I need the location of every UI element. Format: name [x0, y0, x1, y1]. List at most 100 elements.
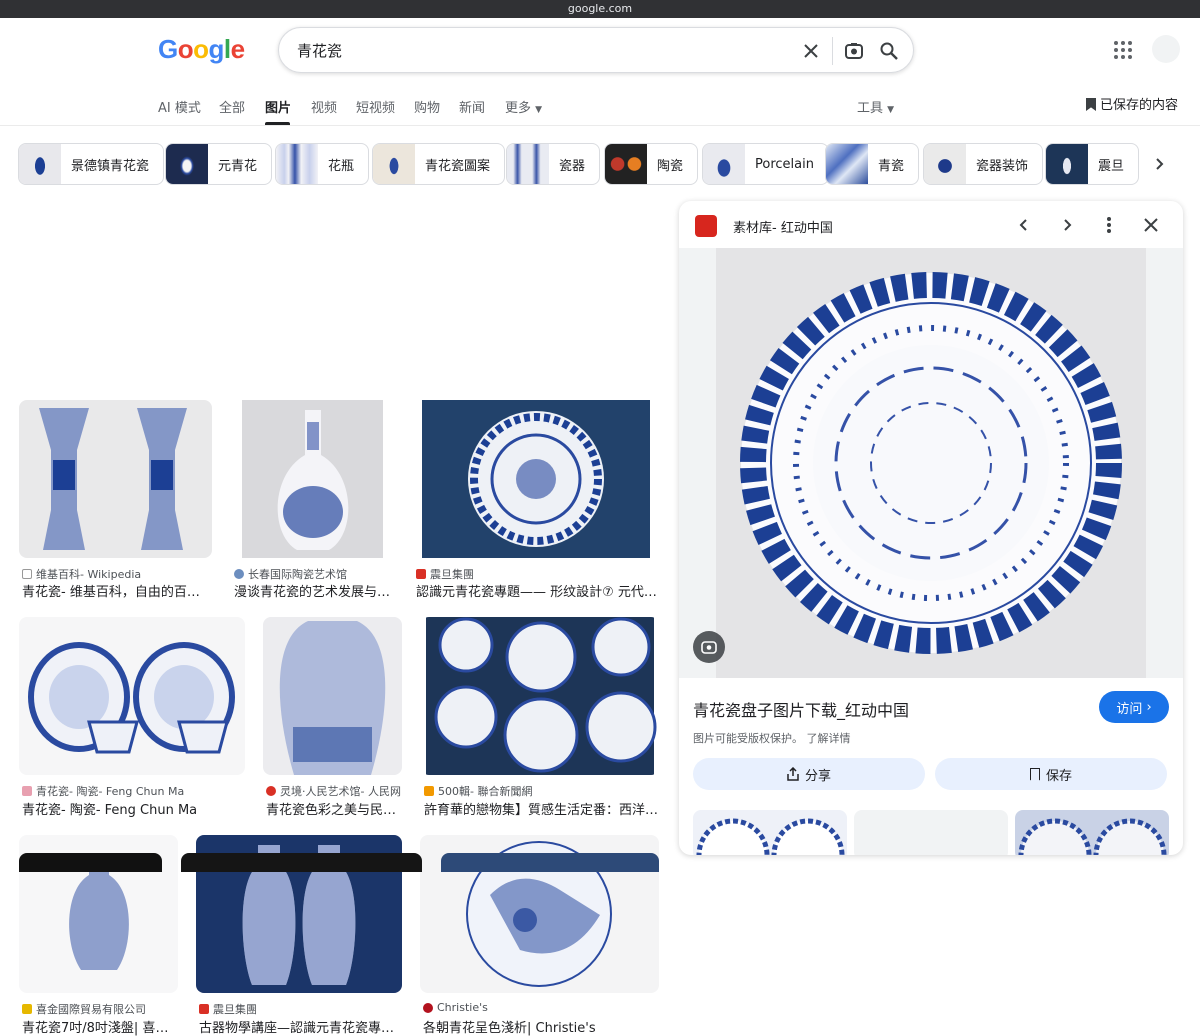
result-source: 震旦集團 [199, 1001, 257, 1017]
result-source-text: 维基百科- Wikipedia [36, 568, 142, 581]
tab-news[interactable]: 新闻 [459, 97, 485, 116]
tab-short-videos[interactable]: 短视频 [356, 97, 395, 116]
result-title: 青花瓷7吋/8吋淺盤| 喜金… [22, 1021, 178, 1036]
chip-ceramics[interactable]: 陶瓷 [604, 143, 699, 185]
chip-thumbnail [826, 144, 868, 184]
result-source: 灵境·人民艺术馆- 人民网 [266, 783, 401, 799]
chip-thumbnail [19, 144, 61, 184]
chip-thumbnail [373, 144, 415, 184]
site-favicon [199, 1004, 209, 1014]
chip-label: 青花瓷圖案 [425, 158, 491, 174]
chip-thumbnail [1046, 144, 1088, 184]
more-options-icon[interactable] [1097, 213, 1121, 237]
result-image [231, 400, 394, 558]
result-source-text: 震旦集團 [430, 568, 474, 581]
result-source: Christie's [423, 1001, 488, 1014]
chip-label: 陶瓷 [657, 158, 684, 174]
tab-videos[interactable]: 视频 [311, 97, 337, 116]
image-preview-panel: 素材库- 红动中国 No:13298235 青花瓷盘子图片下载_红动中国 访问 … [679, 201, 1183, 855]
share-button[interactable]: 分享 [693, 758, 925, 790]
preview-site-name[interactable]: 素材库- 红动中国 [733, 217, 833, 236]
chip-aurora[interactable]: 震旦 [1045, 143, 1140, 185]
active-tab-indicator [265, 122, 290, 125]
lens-camera-icon[interactable] [842, 39, 866, 63]
tab-shopping[interactable]: 购物 [414, 97, 440, 116]
tools-button[interactable]: 工具 ▼ [857, 97, 894, 116]
chip-pattern[interactable]: 青花瓷圖案 [372, 143, 506, 185]
preview-image[interactable]: No:13298235 [679, 248, 1183, 718]
chip-label: 震旦 [1098, 158, 1125, 174]
chip-label: Porcelain [755, 156, 814, 172]
result-source-text: 青花瓷- 陶瓷- Feng Chun Ma [36, 785, 185, 798]
tab-all[interactable]: 全部 [219, 97, 245, 116]
google-logo[interactable]: Google [158, 34, 245, 65]
chip-thumbnail [276, 144, 318, 184]
search-icon[interactable] [877, 39, 901, 63]
chip-thumbnail [507, 144, 549, 184]
chip-thumbnail [703, 144, 745, 184]
chip-label: 景德镇青花瓷 [71, 158, 150, 174]
result-image [263, 617, 402, 775]
chips-next-arrow[interactable] [1145, 150, 1173, 178]
preview-title[interactable]: 青花瓷盘子图片下载_红动中国 [693, 697, 909, 721]
result-title: 許育華的戀物集】質感生活定番：西洋… [424, 803, 659, 818]
result-source: 震旦集團 [416, 566, 474, 582]
copyright-note: 图片可能受版权保护。 了解详情 [693, 732, 851, 745]
close-icon[interactable] [1139, 213, 1163, 237]
chip-label: 元青花 [218, 158, 258, 174]
result-source-text: 喜金國際貿易有限公司 [36, 1003, 146, 1016]
image-result-partial[interactable] [181, 853, 422, 872]
chip-thumbnail [605, 144, 647, 184]
share-icon [787, 767, 799, 781]
result-image [421, 617, 659, 775]
related-image[interactable] [693, 810, 847, 855]
chip-yuan-blue-white[interactable]: 元青花 [165, 143, 273, 185]
result-title: 青花瓷- 陶瓷- Feng Chun Ma [22, 803, 198, 818]
clear-search-icon[interactable] [799, 39, 823, 63]
chip-porcelain-cn[interactable]: 瓷器 [506, 143, 601, 185]
save-button[interactable]: 保存 [935, 758, 1167, 790]
result-source-text: 灵境·人民艺术馆- 人民网 [280, 785, 401, 798]
site-favicon [423, 1002, 433, 1013]
result-image [413, 400, 659, 558]
apps-grid-icon[interactable] [1113, 40, 1133, 60]
result-title: 認識元青花瓷專題—— 形纹設計⑦ 元代… [416, 585, 657, 600]
result-source: 青花瓷- 陶瓷- Feng Chun Ma [22, 783, 184, 799]
chip-porcelain-en[interactable]: Porcelain [702, 143, 829, 185]
result-source: 长春国际陶瓷艺术馆 [234, 566, 347, 582]
search-divider [832, 37, 833, 65]
result-source-text: 长春国际陶瓷艺术馆 [248, 568, 347, 581]
lens-search-icon[interactable] [693, 631, 725, 663]
chip-decoration[interactable]: 瓷器装饰 [923, 143, 1044, 185]
tab-images[interactable]: 图片 [265, 97, 291, 116]
chip-label: 瓷器 [559, 158, 586, 174]
chevron-down-icon: ▼ [887, 105, 895, 115]
account-avatar[interactable] [1152, 35, 1180, 63]
image-result-partial[interactable] [19, 853, 162, 872]
visit-label: 访问 [1116, 701, 1143, 717]
tab-ai-mode[interactable]: AI 模式 [158, 97, 201, 116]
tools-label: 工具 [857, 101, 884, 116]
chip-celadon[interactable]: 青瓷 [825, 143, 920, 185]
related-image[interactable] [854, 810, 1008, 855]
result-title: 漫谈青花瓷的艺术发展与… [234, 585, 391, 600]
chip-label: 瓷器装饰 [976, 158, 1029, 174]
chip-jingdezhen[interactable]: 景德镇青花瓷 [18, 143, 165, 185]
visit-button[interactable]: 访问 › [1099, 691, 1169, 723]
site-favicon [22, 1004, 32, 1014]
previous-arrow-icon[interactable] [1012, 213, 1036, 237]
result-title: 青花瓷色彩之美与民… [266, 803, 397, 818]
chip-vase[interactable]: 花瓶 [275, 143, 370, 185]
saved-label: 已保存的内容 [1100, 98, 1179, 113]
saved-button[interactable]: 已保存的内容 [1086, 94, 1178, 113]
result-image [19, 617, 245, 775]
search-input[interactable] [297, 41, 777, 59]
bookmark-icon [1029, 767, 1040, 781]
image-result-partial[interactable] [441, 853, 659, 872]
related-image[interactable] [1015, 810, 1169, 855]
tab-more[interactable]: 更多 ▼ [505, 97, 542, 116]
browser-url-bar[interactable]: google.com [0, 0, 1200, 18]
site-favicon [416, 569, 426, 579]
bookmark-icon [1086, 98, 1096, 111]
next-arrow-icon[interactable] [1055, 213, 1079, 237]
